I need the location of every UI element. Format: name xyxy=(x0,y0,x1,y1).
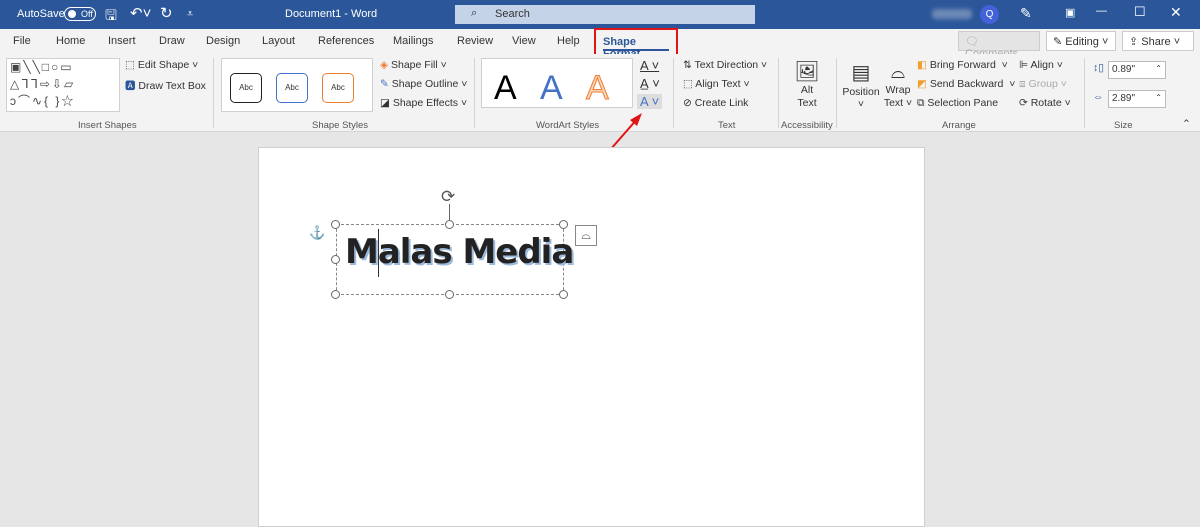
wordart-preset[interactable]: A xyxy=(494,69,517,108)
wordart-text[interactable]: Malas Media xyxy=(345,232,574,272)
text-cursor xyxy=(378,229,379,277)
shape-style-preset[interactable]: Abc xyxy=(276,73,308,103)
maximize-icon[interactable]: ☐ xyxy=(1134,4,1146,20)
document-page[interactable] xyxy=(258,147,925,527)
shape-outline-button[interactable]: ✎ Shape Outline ˅ xyxy=(380,78,467,90)
shape-style-preset[interactable]: Abc xyxy=(322,73,354,103)
text-fill-button[interactable]: A ˅ xyxy=(640,58,659,73)
edit-shape-button[interactable]: ⬚ Edit Shape ˅ xyxy=(125,59,198,71)
close-icon[interactable]: ✕ xyxy=(1170,4,1182,21)
tab-shape-format[interactable]: Shape Format xyxy=(594,28,678,60)
tab-mailings[interactable]: Mailings xyxy=(393,35,433,47)
save-icon[interactable]: 🖫 xyxy=(105,5,117,29)
tab-view[interactable]: View xyxy=(512,35,536,47)
autosave-toggle[interactable]: Off xyxy=(64,7,96,21)
group-label-shape-styles: Shape Styles xyxy=(312,120,368,131)
group-label-arrange: Arrange xyxy=(942,120,976,131)
shapes-gallery[interactable]: ▣╲╲□○▭ △ᒣᒣ⇨⇩▱ ↄ⌒∿{ }☆ xyxy=(6,58,120,112)
create-link-button[interactable]: ⊘ Create Link xyxy=(683,97,748,109)
shape-height-icon: ↕▯ xyxy=(1093,62,1105,74)
shape-style-preset[interactable]: Abc xyxy=(230,73,262,103)
group-label-text: Text xyxy=(718,120,736,131)
undo-icon[interactable]: ↶˅ xyxy=(130,4,151,22)
layout-options-icon[interactable]: ⌓ xyxy=(575,225,597,246)
alt-text-button[interactable]: 🖼 Alt Text xyxy=(790,60,824,110)
collapse-ribbon-icon[interactable]: ⌃ xyxy=(1182,118,1191,130)
align-text-button[interactable]: ⬚ Align Text ˅ xyxy=(683,78,750,90)
group-label-insert-shapes: Insert Shapes xyxy=(78,120,137,131)
anchor-icon: ⚓ xyxy=(309,225,326,240)
tab-layout[interactable]: Layout xyxy=(262,35,295,47)
text-effects-button[interactable]: A ˅ xyxy=(637,94,663,109)
wordart-preset[interactable]: A xyxy=(540,69,563,108)
redo-icon[interactable]: ↻ xyxy=(160,4,173,22)
group-button[interactable]: ⧈ Group ˅ xyxy=(1019,78,1067,91)
bring-forward-button[interactable]: ◧ Bring Forward ˅ xyxy=(917,59,1008,71)
shape-width-icon: ⇔ xyxy=(1093,91,1104,103)
shape-height-input[interactable]: 0.89" ⌃ xyxy=(1108,61,1166,79)
draw-text-box-button[interactable]: 🅰 Draw Text Box xyxy=(125,78,206,93)
avatar[interactable]: Q xyxy=(980,5,999,24)
ribbon-display-icon[interactable]: ▣ xyxy=(1065,6,1075,19)
group-label-accessibility: Accessibility xyxy=(781,120,833,131)
customize-toolbar-icon[interactable]: ⩡ xyxy=(187,8,193,21)
tab-review[interactable]: Review xyxy=(457,35,493,47)
editing-button[interactable]: ✎ Editing ˅ xyxy=(1046,31,1116,51)
wordart-gallery[interactable]: A A A xyxy=(481,58,633,108)
wrap-text-button[interactable]: ⌓ Wrap Text ˅ xyxy=(882,60,914,110)
shape-effects-button[interactable]: ◪ Shape Effects ˅ xyxy=(380,97,467,109)
pen-icon[interactable]: ✎ xyxy=(1020,5,1032,22)
minimize-icon[interactable]: — xyxy=(1096,5,1107,17)
text-direction-button[interactable]: ⇅ Text Direction ˅ xyxy=(683,59,767,71)
wordart-preset[interactable]: A xyxy=(586,69,610,108)
autosave-label: AutoSave xyxy=(17,8,65,20)
tab-home[interactable]: Home xyxy=(56,35,85,47)
tab-design[interactable]: Design xyxy=(206,35,240,47)
position-button[interactable]: ▤ Position ˅ xyxy=(842,60,880,110)
tab-insert[interactable]: Insert xyxy=(108,35,136,47)
tab-draw[interactable]: Draw xyxy=(159,35,185,47)
tab-help[interactable]: Help xyxy=(557,35,580,47)
share-button[interactable]: ⇪ Share ˅ xyxy=(1122,31,1194,51)
search-box[interactable]: ⌕ Search xyxy=(455,5,755,24)
user-name-blurred xyxy=(932,9,972,19)
document-title: Document1 - Word xyxy=(285,8,378,20)
title-bar: AutoSave Off 🖫 ↶˅ ↻ ⩡ Document1 - Word ⌕… xyxy=(0,0,1200,29)
rotate-button[interactable]: ⟳ Rotate ˅ xyxy=(1019,97,1071,109)
search-placeholder: Search xyxy=(495,8,530,20)
selection-pane-button[interactable]: ⧉ Selection Pane xyxy=(917,97,998,110)
text-outline-button[interactable]: A̲ ˅ xyxy=(640,76,660,91)
comments-button[interactable]: 🗨 Comments xyxy=(958,31,1040,60)
shape-width-input[interactable]: 2.89" ⌃ xyxy=(1108,90,1166,108)
send-backward-button[interactable]: ◩ Send Backward ˅ xyxy=(917,78,1015,90)
shape-fill-button[interactable]: ◈ Shape Fill ˅ xyxy=(380,59,447,71)
tab-file[interactable]: File xyxy=(13,35,31,47)
search-icon: ⌕ xyxy=(471,7,478,19)
align-button[interactable]: ⊫ Align ˅ xyxy=(1019,59,1063,71)
shape-styles-gallery[interactable]: Abc Abc Abc xyxy=(221,58,373,112)
group-label-size: Size xyxy=(1114,120,1133,131)
tab-references[interactable]: References xyxy=(318,35,374,47)
